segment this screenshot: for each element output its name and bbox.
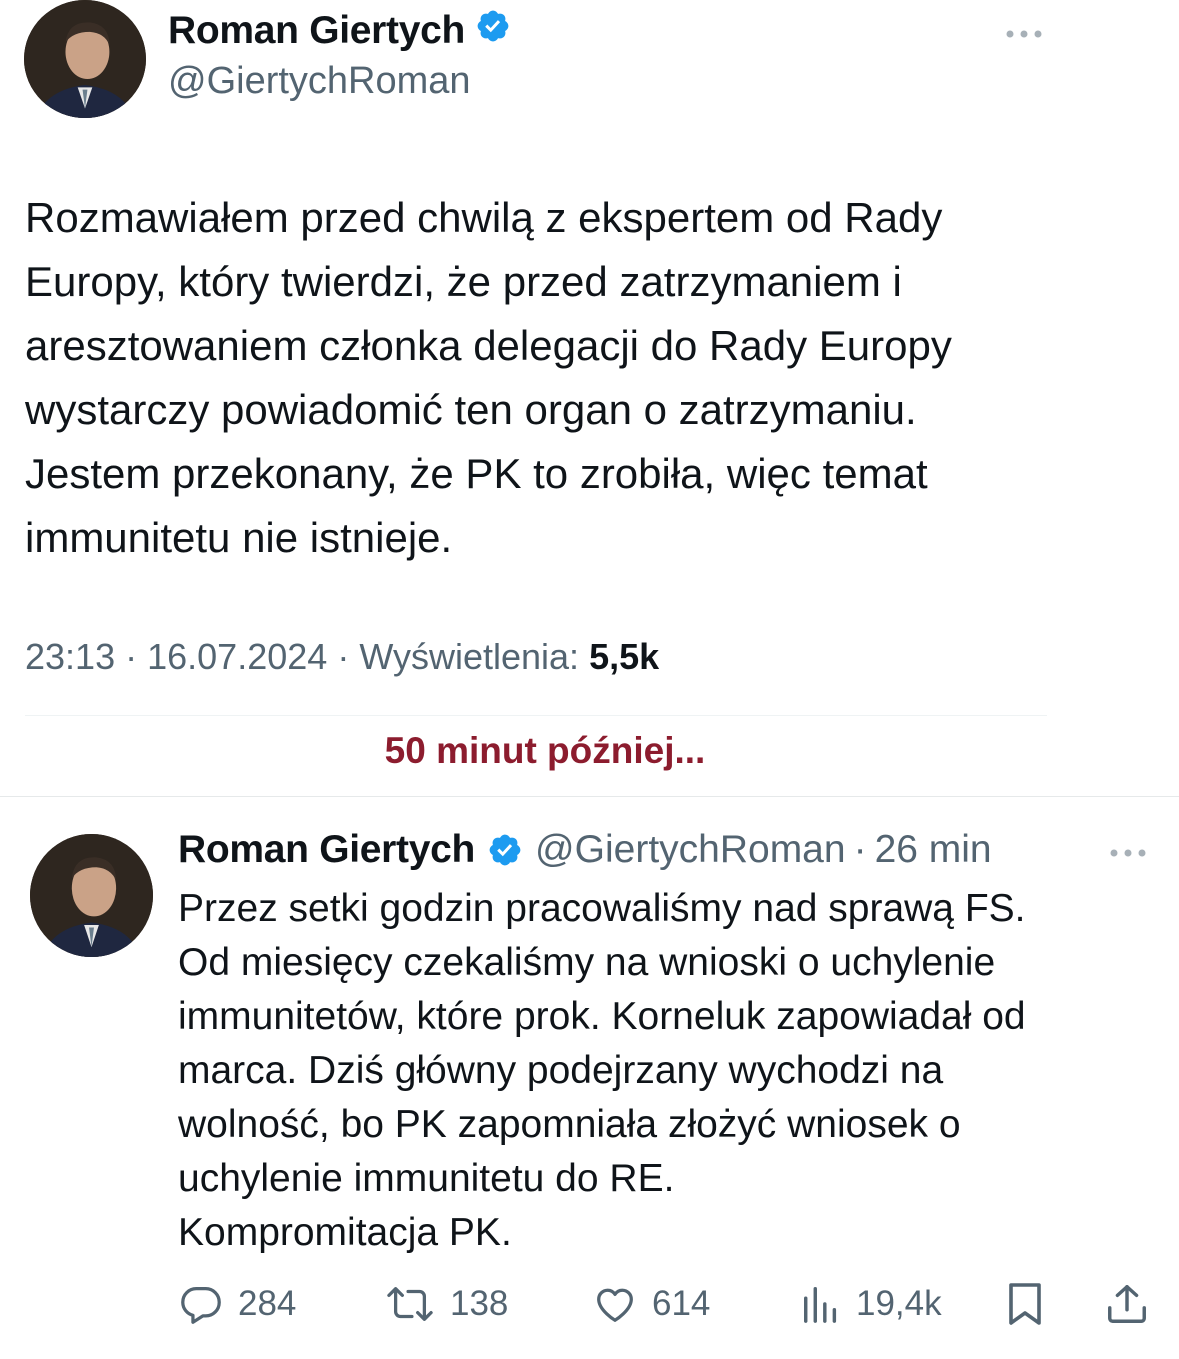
bookmark-icon — [1004, 1280, 1046, 1328]
reply-icon — [178, 1281, 224, 1327]
verified-badge-icon — [487, 832, 523, 868]
meta-dot: · — [853, 828, 867, 871]
author-name[interactable]: Roman Giertych — [168, 8, 511, 54]
reply-button[interactable]: 284 — [178, 1278, 296, 1330]
author-name[interactable]: Roman Giertych — [178, 828, 475, 872]
share-button[interactable] — [1104, 1278, 1150, 1330]
views-count: 19,4k — [856, 1284, 942, 1323]
reply-count: 284 — [238, 1284, 297, 1323]
like-button[interactable]: 614 — [592, 1278, 710, 1330]
more-icon[interactable] — [1104, 836, 1152, 870]
retweet-icon — [384, 1281, 436, 1327]
author-avatar[interactable] — [30, 834, 153, 957]
author-handle[interactable]: @GiertychRoman — [535, 828, 846, 872]
meta-dot: · — [125, 636, 148, 677]
bookmark-button[interactable] — [1004, 1278, 1046, 1330]
meta-dot: · — [337, 636, 360, 677]
time-gap-caption: 50 minut później... — [384, 730, 706, 771]
tweet-date[interactable]: 16.07.2024 — [147, 636, 327, 677]
more-icon[interactable] — [1000, 14, 1048, 54]
author-handle[interactable]: @GiertychRoman — [168, 60, 471, 103]
tweet-time[interactable]: 23:13 — [25, 636, 115, 677]
tweet-header: Roman Giertych @GiertychRoman · 26 min — [178, 828, 992, 872]
views-button[interactable]: 19,4k — [800, 1278, 942, 1330]
tweet-actions: 284 138 614 19,4k — [178, 1278, 1158, 1330]
retweet-button[interactable]: 138 — [384, 1278, 508, 1330]
retweet-count: 138 — [450, 1284, 509, 1323]
author-name-text: Roman Giertych — [168, 9, 466, 52]
tweet-meta: 23:13 · 16.07.2024 · Wyświetlenia: 5,5k — [25, 636, 659, 678]
like-count: 614 — [652, 1284, 711, 1323]
share-icon — [1104, 1280, 1150, 1328]
tweet-text: Rozmawiałem przed chwilą z ekspertem od … — [25, 194, 952, 561]
views-icon — [800, 1281, 842, 1327]
section-separator — [0, 796, 1179, 797]
author-avatar[interactable] — [24, 0, 146, 118]
views-label: Wyświetlenia: — [359, 636, 580, 677]
tweet-text: Przez setki godzin pracowaliśmy nad spra… — [178, 887, 1026, 1254]
like-icon — [592, 1281, 638, 1327]
views-count[interactable]: 5,5k — [589, 636, 659, 677]
verified-badge-icon — [475, 8, 511, 54]
divider — [25, 715, 1047, 716]
tweet-time[interactable]: 26 min — [875, 828, 992, 872]
